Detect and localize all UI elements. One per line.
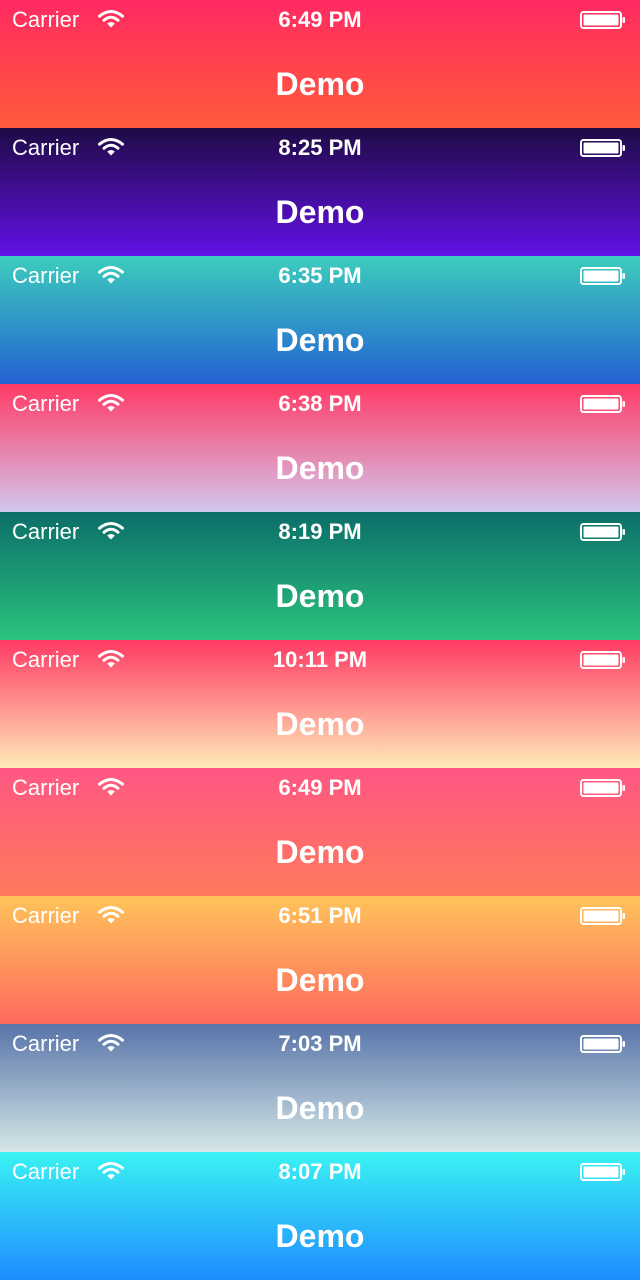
nav-bar: Carrier 6:35 PM Demo xyxy=(0,256,640,384)
status-time: 8:25 PM xyxy=(278,135,362,160)
status-bar: Carrier 7:03 PM xyxy=(0,1024,640,1064)
status-bar: Carrier 6:38 PM xyxy=(0,384,640,424)
nav-bar: Carrier 6:38 PM Demo xyxy=(0,384,640,512)
status-bar: Carrier 6:49 PM xyxy=(0,768,640,808)
nav-bar: Carrier 8:25 PM Demo xyxy=(0,128,640,256)
status-bar: Carrier 6:49 PM xyxy=(0,0,640,40)
battery-icon xyxy=(580,267,626,285)
nav-title: Demo xyxy=(275,578,365,614)
status-time: 8:19 PM xyxy=(278,519,362,544)
status-bar: Carrier 6:51 PM xyxy=(0,896,640,936)
status-bar: Carrier 6:35 PM xyxy=(0,256,640,296)
status-time: 7:03 PM xyxy=(278,1031,362,1056)
nav-bar: Carrier 8:07 PM Demo xyxy=(0,1152,640,1280)
nav-title: Demo xyxy=(275,1090,365,1126)
nav-bar-stack: Carrier 6:49 PM Demo Carrier 8:25 PM Dem… xyxy=(0,0,640,1280)
battery-icon xyxy=(580,907,626,925)
status-bar: Carrier 10:11 PM xyxy=(0,640,640,680)
battery-icon xyxy=(580,523,626,541)
status-time: 8:07 PM xyxy=(278,1159,362,1184)
battery-icon xyxy=(580,11,626,29)
nav-title: Demo xyxy=(275,450,365,486)
nav-title: Demo xyxy=(275,834,365,870)
nav-title: Demo xyxy=(275,706,365,742)
status-time: 6:38 PM xyxy=(278,391,362,416)
nav-title: Demo xyxy=(275,322,365,358)
status-bar: Carrier 8:25 PM xyxy=(0,128,640,168)
nav-bar: Carrier 8:19 PM Demo xyxy=(0,512,640,640)
battery-icon xyxy=(580,139,626,157)
nav-bar: Carrier 6:49 PM Demo xyxy=(0,0,640,128)
status-time: 6:51 PM xyxy=(278,903,362,928)
nav-bar: Carrier 10:11 PM Demo xyxy=(0,640,640,768)
status-time: 6:49 PM xyxy=(278,775,362,800)
status-time: 6:35 PM xyxy=(278,263,362,288)
status-bar: Carrier 8:19 PM xyxy=(0,512,640,552)
battery-icon xyxy=(580,1163,626,1181)
status-bar: Carrier 8:07 PM xyxy=(0,1152,640,1192)
nav-title: Demo xyxy=(275,962,365,998)
battery-icon xyxy=(580,395,626,413)
battery-icon xyxy=(580,779,626,797)
status-time: 6:49 PM xyxy=(278,7,362,32)
nav-title: Demo xyxy=(275,66,365,102)
nav-bar: Carrier 7:03 PM Demo xyxy=(0,1024,640,1152)
status-time: 10:11 PM xyxy=(272,647,368,672)
nav-title: Demo xyxy=(275,194,365,230)
nav-bar: Carrier 6:51 PM Demo xyxy=(0,896,640,1024)
battery-icon xyxy=(580,1035,626,1053)
nav-title: Demo xyxy=(275,1218,365,1254)
battery-icon xyxy=(580,651,626,669)
nav-bar: Carrier 6:49 PM Demo xyxy=(0,768,640,896)
